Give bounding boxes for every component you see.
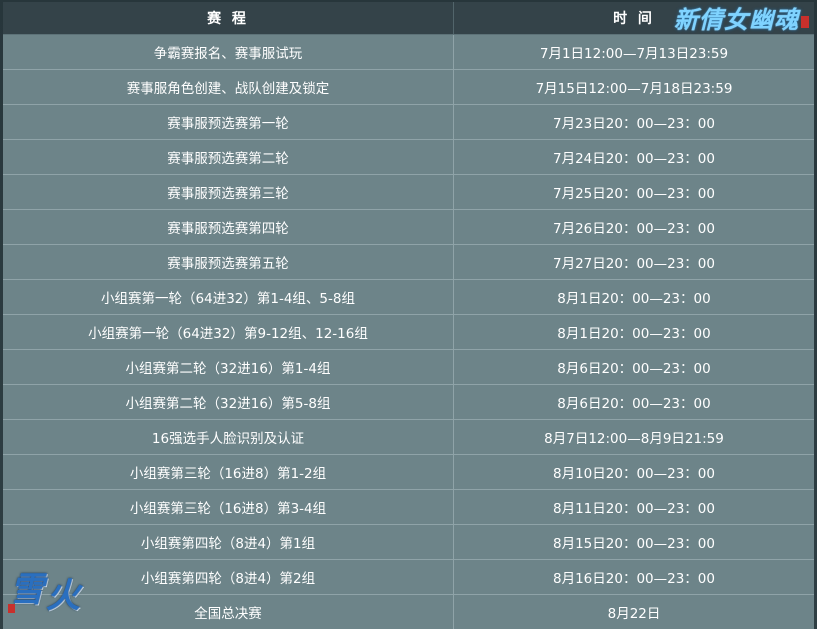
stage-cell: 赛事服预选赛第一轮 <box>3 104 454 140</box>
stage-cell: 小组赛第二轮（32进16）第1-4组 <box>3 349 454 385</box>
stage-column-header: 赛 程 <box>3 2 454 35</box>
time-cell: 8月6日20：00—23：00 <box>453 349 814 385</box>
table-row: 赛事服预选赛第一轮 7月23日20：00—23：00 <box>3 104 814 140</box>
logo-char: 新 <box>674 4 698 34</box>
stage-cell: 赛事服预选赛第二轮 <box>3 139 454 175</box>
logo-char: 魂 <box>774 4 798 34</box>
calligraphy-char: 雪 <box>10 570 44 610</box>
table-row: 小组赛第一轮（64进32）第1-4组、5-8组 8月1日20：00—23：00 <box>3 279 814 315</box>
stage-cell: 赛事服预选赛第五轮 <box>3 244 454 280</box>
time-cell: 7月15日12:00—7月18日23:59 <box>453 69 814 105</box>
time-cell: 8月11日20：00—23：00 <box>453 489 814 525</box>
time-cell: 7月24日20：00—23：00 <box>453 139 814 175</box>
stage-cell: 小组赛第三轮（16进8）第3-4组 <box>3 489 454 525</box>
table-row: 小组赛第四轮（8进4）第1组 8月15日20：00—23：00 <box>3 524 814 560</box>
stage-cell: 小组赛第三轮（16进8）第1-2组 <box>3 454 454 490</box>
stage-cell: 赛事服预选赛第三轮 <box>3 174 454 210</box>
stage-cell: 小组赛第一轮（64进32）第9-12组、12-16组 <box>3 314 454 350</box>
schedule-frame: 赛 程 时 间 争霸赛报名、赛事服试玩 7月1日12:00—7月13日23:59 赛… <box>0 0 817 629</box>
table-row: 小组赛第三轮（16进8）第3-4组 8月11日20：00—23：00 <box>3 489 814 525</box>
time-cell: 7月23日20：00—23：00 <box>453 104 814 140</box>
stage-cell: 16强选手人脸识别及认证 <box>3 419 454 455</box>
table-row: 小组赛第二轮（32进16）第5-8组 8月6日20：00—23：00 <box>3 384 814 420</box>
stage-cell: 小组赛第四轮（8进4）第1组 <box>3 524 454 560</box>
calligraphy-char: 火 <box>46 576 80 616</box>
stage-cell: 赛事服预选赛第四轮 <box>3 209 454 245</box>
logo-char: 倩 <box>699 4 723 34</box>
red-seal-icon <box>8 604 15 613</box>
stage-cell: 小组赛第一轮（64进32）第1-4组、5-8组 <box>3 279 454 315</box>
time-cell: 7月27日20：00—23：00 <box>453 244 814 280</box>
time-cell: 8月7日12:00—8月9日21:59 <box>453 419 814 455</box>
calligraphy-logo: 雪 火 <box>8 560 86 620</box>
stage-cell: 小组赛第二轮（32进16）第5-8组 <box>3 384 454 420</box>
red-seal-icon <box>801 16 809 28</box>
table-row: 赛事服预选赛第二轮 7月24日20：00—23：00 <box>3 139 814 175</box>
table-row: 赛事服预选赛第五轮 7月27日20：00—23：00 <box>3 244 814 280</box>
table-row: 小组赛第一轮（64进32）第9-12组、12-16组 8月1日20：00—23：0… <box>3 314 814 350</box>
time-cell: 7月26日20：00—23：00 <box>453 209 814 245</box>
table-row: 赛事服预选赛第三轮 7月25日20：00—23：00 <box>3 174 814 210</box>
time-cell: 8月15日20：00—23：00 <box>453 524 814 560</box>
schedule-table: 赛 程 时 间 争霸赛报名、赛事服试玩 7月1日12:00—7月13日23:59 赛… <box>3 2 814 629</box>
time-cell: 8月16日20：00—23：00 <box>453 559 814 595</box>
schedule-body: 争霸赛报名、赛事服试玩 7月1日12:00—7月13日23:59 赛事服角色创建、战… <box>3 34 814 629</box>
stage-cell: 争霸赛报名、赛事服试玩 <box>3 34 454 70</box>
table-row: 小组赛第二轮（32进16）第1-4组 8月6日20：00—23：00 <box>3 349 814 385</box>
time-cell: 7月25日20：00—23：00 <box>453 174 814 210</box>
logo-char: 女 <box>724 4 748 34</box>
table-row: 赛事服角色创建、战队创建及锁定 7月15日12:00—7月18日23:59 <box>3 69 814 105</box>
time-cell: 8月1日20：00—23：00 <box>453 314 814 350</box>
table-row: 16强选手人脸识别及认证 8月7日12:00—8月9日21:59 <box>3 419 814 455</box>
table-row: 全国总决赛 8月22日 <box>3 594 814 629</box>
time-cell: 8月22日 <box>453 594 814 629</box>
logo-char: 幽 <box>749 4 773 34</box>
table-row: 赛事服预选赛第四轮 7月26日20：00—23：00 <box>3 209 814 245</box>
game-logo: 新 倩 女 幽 魂 <box>674 0 809 34</box>
time-cell: 7月1日12:00—7月13日23:59 <box>453 34 814 70</box>
time-cell: 8月6日20：00—23：00 <box>453 384 814 420</box>
table-row: 小组赛第四轮（8进4）第2组 8月16日20：00—23：00 <box>3 559 814 595</box>
table-row: 小组赛第三轮（16进8）第1-2组 8月10日20：00—23：00 <box>3 454 814 490</box>
stage-cell: 赛事服角色创建、战队创建及锁定 <box>3 69 454 105</box>
table-row: 争霸赛报名、赛事服试玩 7月1日12:00—7月13日23:59 <box>3 34 814 70</box>
time-cell: 8月1日20：00—23：00 <box>453 279 814 315</box>
time-cell: 8月10日20：00—23：00 <box>453 454 814 490</box>
